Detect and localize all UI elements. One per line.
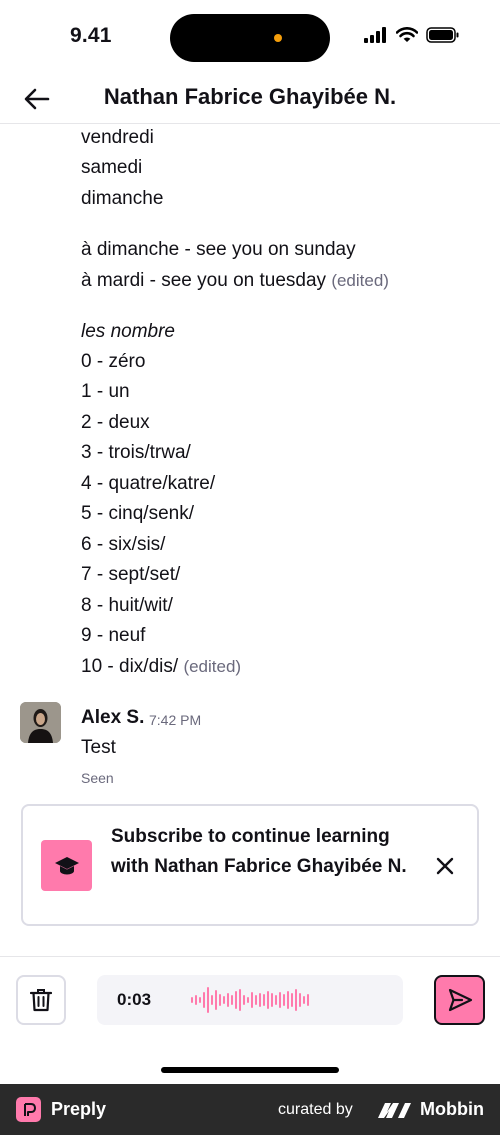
divider (0, 956, 500, 957)
message-line: 1 - un (81, 381, 130, 402)
preply-logo-icon (16, 1097, 41, 1122)
subscribe-text: Subscribe to continue learning with Nath… (111, 826, 407, 877)
edited-label: (edited) (183, 657, 242, 676)
recording-time: 0:03 (117, 990, 152, 1009)
waveform-icon (191, 987, 309, 1013)
graduation-cap-icon (41, 840, 92, 891)
message-line: les nombre (81, 321, 175, 342)
close-button[interactable] (433, 854, 457, 878)
message-line: à dimanche - see you on sunday (81, 239, 356, 260)
status-icons (364, 27, 460, 43)
brand-name: Preply (51, 1099, 107, 1119)
wifi-icon (396, 27, 418, 42)
message-line: 8 - huit/wit/ (81, 595, 173, 616)
message-text: Test (81, 737, 116, 758)
voice-recorder: 0:03 (97, 975, 403, 1025)
message-line: 10 - dix/dis/ (edited) (81, 656, 242, 677)
signal-icon (364, 27, 386, 43)
curator-name: Mobbin (420, 1099, 484, 1119)
message-line: vendredi (81, 127, 154, 148)
status-time: 9.41 (70, 24, 112, 47)
avatar[interactable] (20, 702, 61, 743)
mobbin-logo-icon (378, 1103, 411, 1118)
message-line: dimanche (81, 188, 164, 209)
attribution-footer: Preply curated by Mobbin (0, 1084, 500, 1135)
dynamic-island (170, 14, 330, 62)
chat-header: Nathan Fabrice Ghayibée N. (0, 76, 500, 124)
user-photo-icon (20, 702, 61, 743)
curated-label: curated by (278, 1101, 353, 1118)
delete-recording-button[interactable] (16, 975, 66, 1025)
status-bar: 9.41 (0, 0, 500, 76)
message-line: 9 - neuf (81, 625, 146, 646)
send-button[interactable] (434, 975, 485, 1025)
message-timestamp: 7:42 PM (149, 712, 202, 728)
home-indicator (161, 1067, 339, 1073)
close-icon (436, 857, 454, 875)
send-icon (448, 988, 472, 1012)
message-line: 4 - quatre/katre/ (81, 473, 216, 494)
camera-indicator-icon (274, 34, 282, 42)
message-line: 5 - cinq/senk/ (81, 503, 194, 524)
message-line: à mardi - see you on tuesday (edited) (81, 270, 389, 291)
message-line: 7 - sept/set/ (81, 564, 181, 585)
message-line: samedi (81, 157, 143, 178)
sender-name: Alex S. (81, 707, 145, 728)
message-line: 0 - zéro (81, 351, 146, 372)
message-line: 6 - six/sis/ (81, 534, 166, 555)
subscribe-banner[interactable]: Subscribe to continue learning with Nath… (21, 804, 479, 926)
edited-label: (edited) (331, 271, 389, 290)
message-line: 2 - deux (81, 412, 150, 433)
seen-status: Seen (81, 770, 114, 786)
trash-icon (30, 989, 52, 1012)
battery-icon (426, 27, 459, 43)
message-line: 3 - trois/trwa/ (81, 442, 191, 463)
page-title: Nathan Fabrice Ghayibée N. (103, 84, 397, 109)
